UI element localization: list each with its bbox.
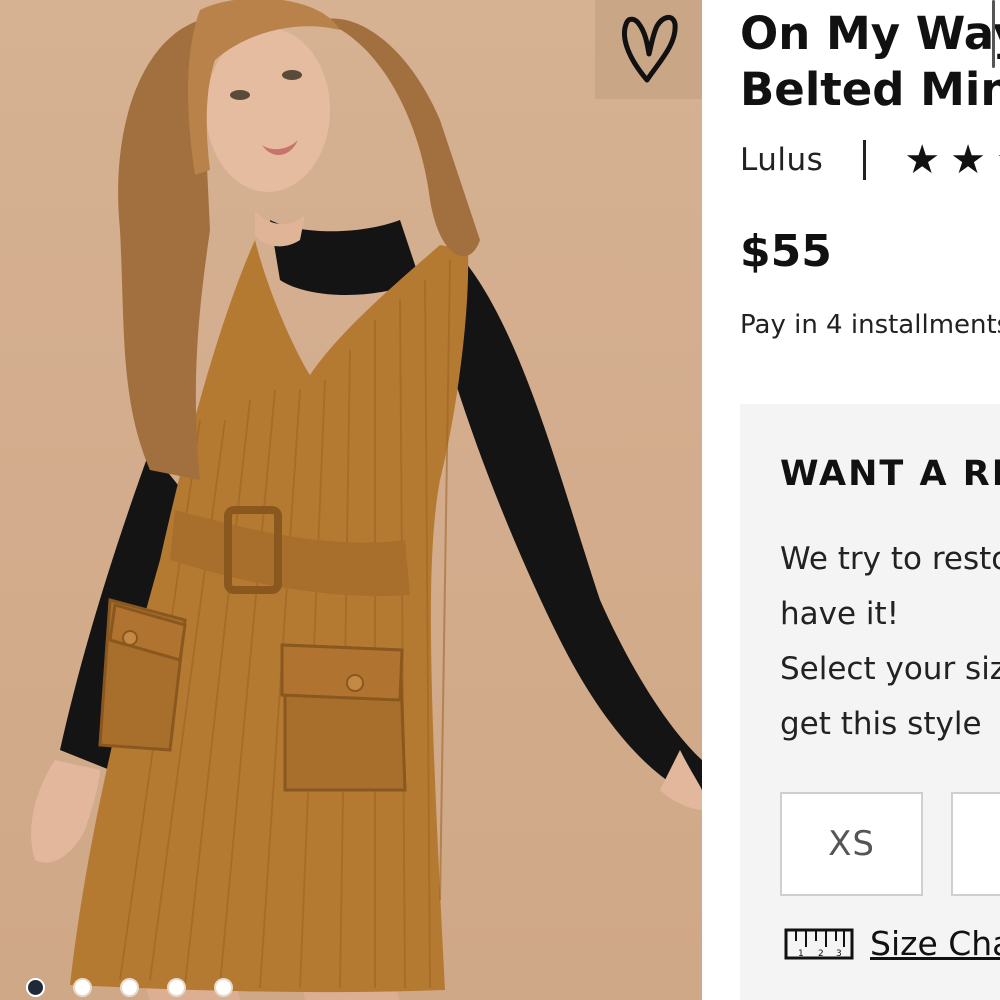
product-image-carousel[interactable]: [0, 0, 702, 1000]
star-icon: ★: [950, 138, 987, 182]
restock-description: We try to restock have it! Select your s…: [780, 532, 1000, 752]
svg-text:3: 3: [836, 949, 842, 959]
ruler-icon: 1 2 3: [784, 928, 854, 959]
product-price: $55: [740, 226, 832, 277]
scrollbar[interactable]: [992, 0, 995, 68]
size-selector: XS: [780, 792, 1000, 896]
restock-line: Select your size: [780, 651, 1000, 687]
star-icon: ★: [996, 140, 1000, 180]
rating-stars[interactable]: ★ ★ ★: [904, 140, 1000, 180]
svg-text:1: 1: [798, 949, 804, 959]
restock-panel: WANT A RESTOCK We try to restock have it…: [740, 404, 1000, 1000]
size-option-xs[interactable]: XS: [780, 792, 923, 896]
size-chart-label[interactable]: Size Chart: [870, 924, 1000, 963]
carousel-dot[interactable]: [120, 977, 139, 997]
size-option[interactable]: [951, 792, 1000, 896]
installments-text[interactable]: Pay in 4 installments: [740, 310, 1000, 340]
star-icon: ★: [904, 138, 941, 182]
restock-line: get this style: [780, 706, 982, 742]
product-title-line: Belted Mini: [740, 63, 1000, 116]
brand-name[interactable]: Lulus: [740, 142, 823, 178]
heart-icon: [621, 14, 678, 82]
carousel-pagination: [26, 976, 233, 998]
restock-line: We try to restock: [780, 541, 1000, 577]
restock-line: have it!: [780, 596, 900, 632]
size-chart-link[interactable]: 1 2 3 Size Chart: [784, 924, 1000, 963]
svg-text:2: 2: [818, 949, 824, 959]
restock-title: WANT A RESTOCK: [780, 454, 1000, 494]
wishlist-button[interactable]: [595, 0, 702, 99]
carousel-dot[interactable]: [167, 977, 186, 997]
carousel-dot[interactable]: [214, 977, 233, 997]
product-photo: [31, 0, 702, 1000]
product-title: On My Way Belted Mini: [740, 6, 1000, 118]
product-info-panel: On My Way Belted Mini Lulus ★ ★ ★ $55 Pa…: [702, 0, 1000, 1000]
divider: [863, 140, 867, 180]
carousel-dot[interactable]: [73, 977, 92, 997]
brand-rating-row: Lulus ★ ★ ★: [740, 140, 1000, 180]
carousel-dot[interactable]: [26, 977, 45, 997]
product-title-line: On My Way: [740, 7, 1000, 60]
